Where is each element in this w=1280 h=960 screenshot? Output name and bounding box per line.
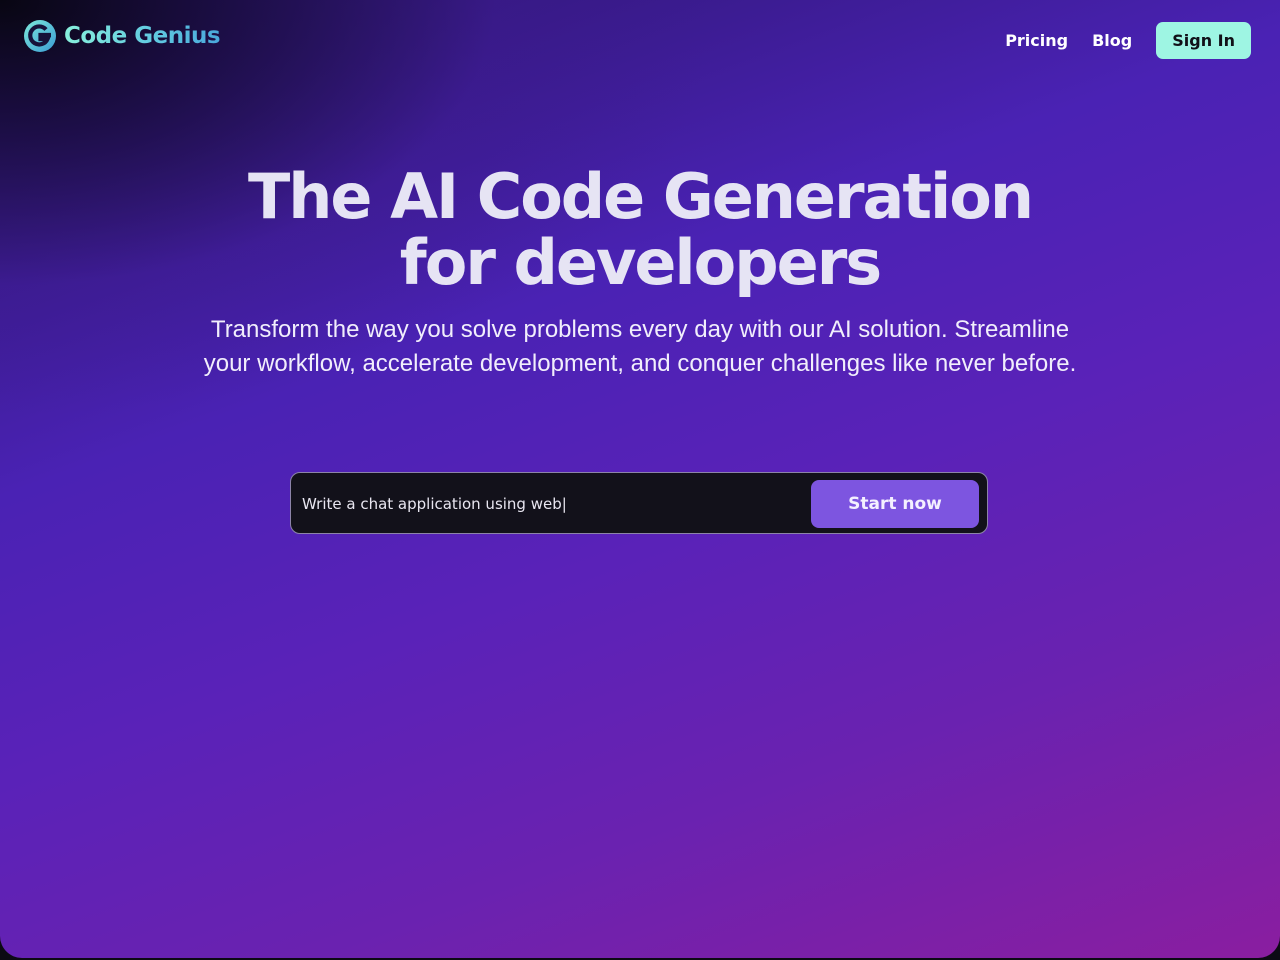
hero-title: The AI Code Generation for developers — [0, 164, 1280, 296]
prompt-input[interactable] — [302, 492, 782, 516]
nav-link-blog[interactable]: Blog — [1092, 23, 1132, 59]
brand-logo[interactable]: Code Genius — [24, 20, 221, 52]
code-genius-g-logo-icon — [24, 20, 56, 52]
landing-page: Code Genius Pricing Blog Sign In The AI … — [0, 0, 1280, 958]
top-nav: Pricing Blog Sign In — [1005, 22, 1251, 59]
nav-link-pricing[interactable]: Pricing — [1005, 23, 1068, 59]
brand-name: Code Genius — [64, 23, 221, 49]
hero-title-line-1: The AI Code Generation — [248, 160, 1034, 233]
prompt-box: Start now — [290, 472, 988, 534]
hero-title-line-2: for developers — [399, 226, 882, 299]
site-header: Code Genius Pricing Blog Sign In — [0, 0, 1280, 78]
start-now-button[interactable]: Start now — [811, 480, 979, 528]
sign-in-button[interactable]: Sign In — [1156, 22, 1251, 59]
hero-subtitle: Transform the way you solve problems eve… — [203, 316, 1077, 377]
